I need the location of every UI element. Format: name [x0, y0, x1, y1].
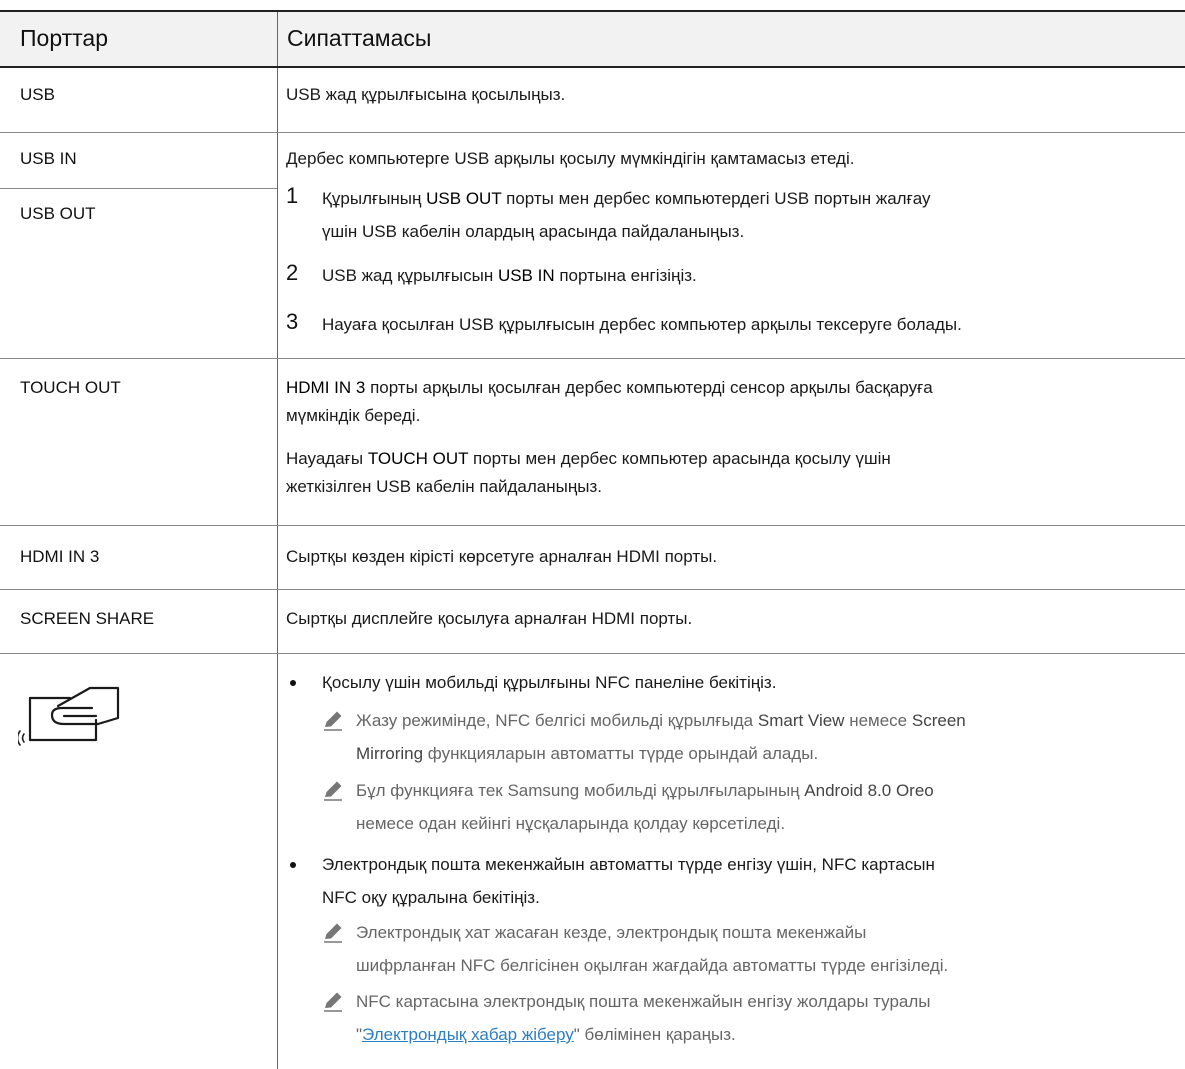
- step-text-part: Құрылғының: [322, 189, 427, 208]
- note-text: немесе одан кейінгі нұсқаларында қолдау …: [356, 814, 786, 833]
- bullet-text: Электрондық пошта мекенжайын автоматты т…: [322, 855, 935, 874]
- port-hdmi-in3: HDMI IN 3: [20, 547, 100, 566]
- column-divider: [277, 68, 278, 132]
- column-divider: [277, 526, 278, 589]
- desc-usb-intro: Дербес компьютерге USB арқылы қосылу мүм…: [286, 149, 855, 168]
- sub-row-divider: [0, 188, 277, 189]
- bullet-text: NFC оқу құралына бекітіңіз.: [322, 888, 540, 907]
- table-row-hdmi-in3: HDMI IN 3 Сыртқы көзден кірісті көрсетуг…: [0, 526, 1185, 589]
- pencil-icon: [324, 781, 342, 801]
- keyword: Mirroring: [356, 744, 424, 763]
- table-row-screen-share: SCREEN SHARE Сыртқы дисплейге қосылуға а…: [0, 590, 1185, 653]
- table-row-usb-in-out: USB IN USB OUT Дербес компьютерге USB ар…: [0, 133, 1185, 358]
- header-description: Сипаттамасы: [287, 25, 432, 51]
- step-text: USB жад құрылғысын USB IN портына енгізі…: [322, 262, 697, 290]
- text-part: порты мен дербес компьютер арасында қосы…: [468, 449, 891, 468]
- step-text-part: USB жад құрылғысын: [322, 266, 498, 285]
- step-text-part: порты мен дербес компьютердегі USB порты…: [501, 189, 931, 208]
- text-part: немесе: [844, 711, 912, 730]
- bullet-dot: [290, 680, 296, 686]
- keyword: HDMI IN 3: [286, 378, 366, 397]
- step-number: 2: [286, 260, 299, 285]
- desc-usb: USB жад құрылғысына қосылыңыз.: [286, 85, 566, 104]
- text-part: Науадағы: [286, 449, 368, 468]
- port-table: Порттар Сипаттамасы USB USB жад құрылғыс…: [0, 0, 1185, 1069]
- nfc-tap-icon: [18, 686, 120, 746]
- column-divider: [277, 359, 278, 525]
- desc-hdmi-in3: Сыртқы көзден кірісті көрсетуге арналған…: [286, 547, 718, 566]
- column-divider: [277, 654, 278, 1069]
- table-row-usb: USB USB жад құрылғысына қосылыңыз.: [0, 68, 1185, 132]
- note-text: NFC картасына электрондық пошта мекенжай…: [356, 992, 931, 1011]
- note-text: Mirroring функцияларын автоматты түрде о…: [356, 740, 818, 768]
- column-divider: [277, 590, 278, 653]
- header-divider: [277, 12, 278, 66]
- port-usb-out: USB OUT: [20, 204, 96, 223]
- text-part: порты арқылы қосылған дербес компьютерді…: [365, 378, 933, 397]
- note-text: шифрланған NFC белгісінен оқылған жағдай…: [356, 956, 949, 975]
- step-keyword: USB OUT: [426, 189, 502, 208]
- step-text-part: портына енгізіңіз.: [554, 266, 697, 285]
- step-keyword: USB IN: [497, 266, 555, 285]
- port-screen-share: SCREEN SHARE: [20, 609, 155, 628]
- desc-screen-share: Сыртқы дисплейге қосылуға арналған HDMI …: [286, 609, 693, 628]
- desc-touch-out-p2: Науадағы TOUCH OUT порты мен дербес комп…: [286, 445, 891, 501]
- pencil-icon: [324, 711, 342, 731]
- note-text: Электрондық хат жасаған кезде, электронд…: [356, 923, 867, 942]
- note-text: Жазу режимінде, NFC белгісі мобильді құр…: [356, 707, 966, 735]
- pencil-icon: [324, 923, 342, 943]
- pencil-icon: [324, 992, 342, 1012]
- step-text: үшін USB кабелін олардың арасында пайдал…: [322, 222, 745, 241]
- text-part: мүмкіндік береді.: [286, 406, 421, 425]
- bullet-text: Қосылу үшін мобильді құрылғыны NFC панел…: [322, 673, 777, 692]
- table-row-touch-out: TOUCH OUT HDMI IN 3 порты арқылы қосылға…: [0, 359, 1185, 525]
- port-touch-out: TOUCH OUT: [20, 378, 121, 397]
- text-part: функцияларын автоматты түрде орындай ала…: [423, 744, 819, 763]
- column-divider: [277, 133, 278, 358]
- step-text: Науаға қосылған USB құрылғысын дербес ко…: [322, 315, 962, 334]
- desc-touch-out-p1: HDMI IN 3 порты арқылы қосылған дербес к…: [286, 374, 933, 430]
- text-part: Бұл функцияға тек Samsung мобильді құрыл…: [356, 781, 805, 800]
- port-usb-in: USB IN: [20, 149, 77, 168]
- email-section-link[interactable]: Электрондық хабар жіберу: [362, 1025, 574, 1044]
- step-text: Құрылғының USB OUT порты мен дербес комп…: [322, 185, 931, 213]
- keyword: Android 8.0 Oreo: [804, 781, 934, 800]
- bullet-dot: [290, 862, 296, 868]
- keyword: TOUCH OUT: [367, 449, 469, 468]
- header-ports: Порттар: [20, 25, 109, 51]
- note-text: Бұл функцияға тек Samsung мобильді құрыл…: [356, 777, 934, 805]
- step-number: 3: [286, 309, 299, 334]
- note-text: "Электрондық хабар жіберу" бөлімінен қар…: [356, 1021, 736, 1049]
- keyword: Screen: [911, 711, 966, 730]
- text-part: бөлімінен қараңыз.: [579, 1025, 736, 1044]
- keyword: Smart View: [757, 711, 845, 730]
- text-part: Жазу режимінде, NFC белгісі мобильді құр…: [356, 711, 758, 730]
- port-usb: USB: [20, 85, 55, 104]
- text-part: жеткізілген USB кабелін пайдаланыңыз.: [286, 477, 602, 496]
- table-header: Порттар Сипаттамасы: [0, 10, 1185, 68]
- step-number: 1: [286, 183, 299, 208]
